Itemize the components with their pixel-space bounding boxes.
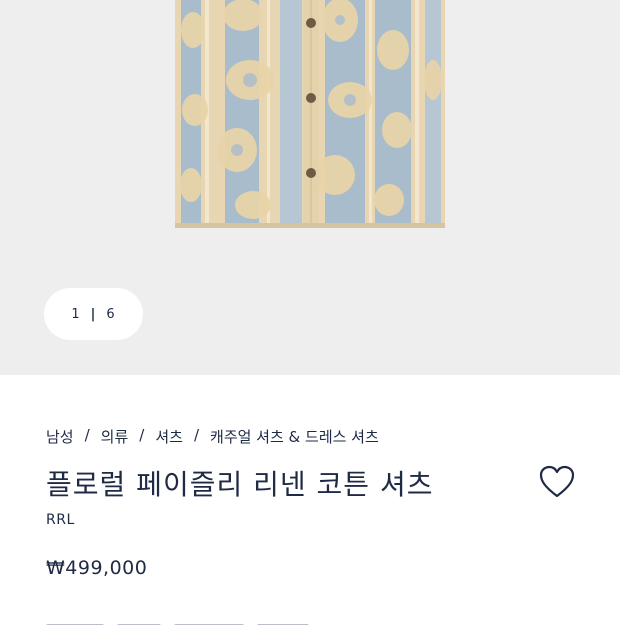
heart-outline-icon[interactable] (539, 465, 575, 499)
breadcrumb-item-clothing[interactable]: 의류 (101, 426, 129, 447)
pager-total: 6 (106, 306, 116, 322)
truncated-text-row (46, 613, 366, 625)
breadcrumb-item-casual-dress-shirts[interactable]: 캐주얼 셔츠 & 드레스 셔츠 (210, 426, 379, 447)
breadcrumb-separator: / (193, 426, 200, 444)
product-brand: RRL (46, 512, 75, 528)
product-title: 플로럴 페이즐리 리넨 코튼 셔츠 (46, 468, 434, 501)
breadcrumb-separator: / (84, 426, 90, 444)
image-pager[interactable]: 1 | 6 (44, 288, 143, 340)
breadcrumb-item-shirts[interactable]: 셔츠 (155, 426, 183, 447)
breadcrumb: 남성 / 의류 / 셔츠 / 캐주얼 셔츠 & 드레스 셔츠 (46, 426, 379, 447)
product-gallery[interactable]: 1 | 6 (0, 0, 620, 375)
pager-separator: | (90, 306, 97, 322)
breadcrumb-item-men[interactable]: 남성 (46, 426, 74, 447)
pager-current: 1 (71, 306, 81, 322)
product-price: ₩499,000 (46, 557, 148, 579)
breadcrumb-separator: / (139, 426, 145, 444)
product-image[interactable] (175, 0, 445, 228)
